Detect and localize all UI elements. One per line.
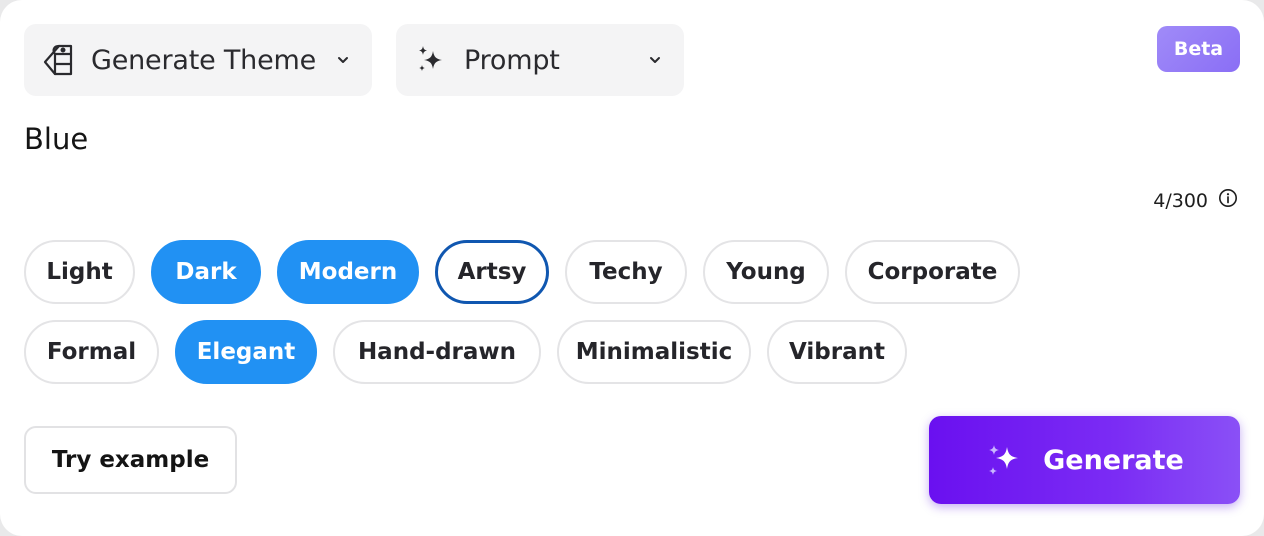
chip-hand-drawn[interactable]: Hand-drawn [333,320,541,384]
generate-button-label: Generate [1043,444,1184,476]
chip-modern[interactable]: Modern [277,240,419,304]
try-example-button[interactable]: Try example [24,426,237,494]
source-dropdown-label: Prompt [464,44,560,76]
prompt-input[interactable]: Blue [24,122,924,156]
beta-badge: Beta [1157,26,1240,72]
chevron-down-icon [336,55,350,65]
generate-button[interactable]: Generate [929,416,1240,504]
chip-young[interactable]: Young [703,240,829,304]
chip-elegant[interactable]: Elegant [175,320,317,384]
style-chip-row: Light Dark Modern Artsy Techy Young Corp… [24,240,1020,304]
chip-light[interactable]: Light [24,240,135,304]
info-icon[interactable] [1218,188,1238,213]
chip-minimalistic[interactable]: Minimalistic [557,320,751,384]
chip-techy[interactable]: Techy [565,240,687,304]
sparkle-icon [985,441,1023,479]
chevron-down-icon [648,55,662,65]
chip-corporate[interactable]: Corporate [845,240,1020,304]
chip-dark[interactable]: Dark [151,240,261,304]
style-chip-row: Formal Elegant Hand-drawn Minimalistic V… [24,320,907,384]
character-counter: 4/300 [1153,188,1238,213]
chip-vibrant[interactable]: Vibrant [767,320,907,384]
eraser-icon [41,42,77,78]
mode-dropdown-label: Generate Theme [91,44,317,76]
character-count: 4/300 [1153,189,1208,212]
chip-artsy[interactable]: Artsy [435,240,549,304]
theme-generator-panel: Generate Theme Prompt Beta Blue 4/300 Li… [0,0,1264,536]
chip-formal[interactable]: Formal [24,320,159,384]
mode-dropdown[interactable]: Generate Theme [24,24,372,96]
source-dropdown[interactable]: Prompt [396,24,684,96]
sparkle-icon [416,45,446,75]
